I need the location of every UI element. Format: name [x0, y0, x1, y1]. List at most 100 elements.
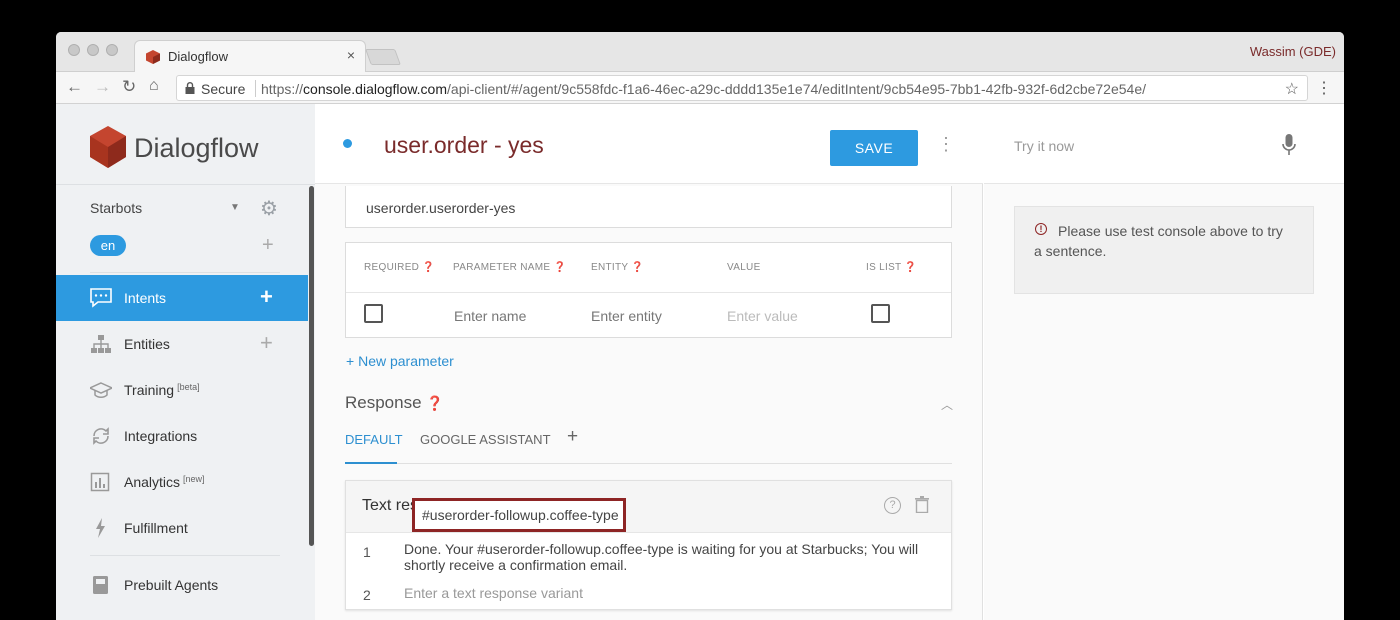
gear-icon[interactable]: ⚙: [260, 196, 278, 221]
sidebar-item-analytics[interactable]: Analytics [new]: [56, 459, 308, 505]
sidebar-item-training[interactable]: Training [beta]: [56, 367, 308, 413]
row-number: 2: [363, 587, 371, 603]
sidebar-item-integrations[interactable]: Integrations: [56, 413, 308, 459]
profile-name[interactable]: Wassim (GDE): [1250, 44, 1336, 59]
home-icon[interactable]: ⌂: [149, 77, 159, 95]
highlight-box: #userorder-followup.coffee-type: [412, 498, 626, 532]
reload-icon[interactable]: ↻: [122, 77, 136, 97]
intent-header: user.order - yes SAVE ⋮: [315, 104, 983, 184]
lightning-icon: [96, 518, 105, 538]
graduation-cap-icon: [90, 382, 112, 398]
brand-name: Dialogflow: [134, 133, 259, 163]
parameters-header: REQUIRED ❓ PARAMETER NAME ❓ ENTITY ❓ VAL…: [346, 243, 951, 293]
maximize-window-button[interactable]: [106, 44, 118, 56]
lock-icon: [185, 82, 195, 94]
tab-google-assistant[interactable]: GOOGLE ASSISTANT: [420, 432, 551, 447]
trash-icon[interactable]: [915, 496, 929, 513]
sidebar-item-intents[interactable]: Intents +: [56, 275, 308, 321]
sidebar-item-label: Analytics [new]: [124, 474, 205, 490]
add-platform-icon[interactable]: +: [567, 426, 578, 448]
entity-input[interactable]: Enter entity: [591, 308, 662, 324]
new-tag: [new]: [183, 474, 205, 484]
parameters-table: REQUIRED ❓ PARAMETER NAME ❓ ENTITY ❓ VAL…: [345, 242, 952, 338]
bookmark-star-icon[interactable]: ☆: [1285, 79, 1299, 99]
value-input[interactable]: Enter value: [727, 308, 798, 324]
try-it-input[interactable]: Try it now: [1014, 138, 1074, 154]
language-badge[interactable]: en: [90, 235, 126, 256]
tab-default[interactable]: DEFAULT: [345, 432, 403, 447]
context-input[interactable]: userorder.userorder-yes: [345, 186, 952, 228]
sidebar-item-fulfillment[interactable]: Fulfillment: [56, 505, 308, 551]
is-list-column-header: IS LIST ❓: [866, 262, 918, 273]
chat-bubble-icon: [90, 288, 112, 308]
browser-tab[interactable]: Dialogflow ×: [134, 40, 366, 73]
sidebar-item-label: Intents: [124, 290, 167, 306]
entity-column-header: ENTITY ❓: [591, 262, 645, 273]
sidebar-divider: [56, 184, 315, 185]
tab-divider: [345, 463, 952, 464]
sync-icon: [93, 427, 109, 445]
required-checkbox[interactable]: [364, 304, 383, 323]
collapse-chevron-icon[interactable]: ︿: [941, 396, 953, 413]
caret-down-icon[interactable]: ▼: [230, 202, 240, 213]
sidebar: Dialogflow Starbots ▼ ⚙ en + Intents + E…: [56, 104, 315, 620]
save-button[interactable]: SAVE: [830, 130, 918, 166]
plus-icon: +: [346, 353, 355, 369]
window-controls: [68, 44, 118, 56]
sidebar-scrollbar[interactable]: [309, 186, 314, 546]
back-arrow-icon[interactable]: ←: [66, 77, 83, 97]
add-language-icon[interactable]: +: [262, 234, 274, 257]
row-number: 1: [363, 544, 371, 560]
tab-strip: Dialogflow × Wassim (GDE): [56, 32, 1344, 73]
url-text: https://console.dialogflow.com/api-clien…: [261, 81, 1146, 97]
console-notice: ! Please use test console above to try a…: [1014, 206, 1314, 294]
text-response-1[interactable]: Done. Your #userorder-followup.coffee-ty…: [404, 541, 924, 573]
priority-dot[interactable]: [343, 139, 352, 148]
url-domain: console.dialogflow.com: [303, 81, 448, 97]
intent-editor: user.order - yes SAVE ⋮ userorder.useror…: [315, 104, 983, 620]
test-console: Try it now ! Please use test console abo…: [984, 104, 1344, 620]
dialogflow-logo-icon: [90, 126, 126, 168]
browser-menu-icon[interactable]: ⋮: [1316, 78, 1332, 98]
required-column-header: REQUIRED ❓: [364, 262, 436, 273]
minimize-window-button[interactable]: [87, 44, 99, 56]
sidebar-item-prebuilt-agents[interactable]: Prebuilt Agents: [56, 562, 308, 608]
beta-tag: [beta]: [177, 382, 200, 392]
sidebar-item-entities[interactable]: Entities +: [56, 321, 308, 367]
tab-close-icon[interactable]: ×: [347, 47, 355, 63]
help-icon: ❓: [904, 262, 918, 273]
try-it-bar: Try it now: [984, 104, 1344, 184]
forward-arrow-icon[interactable]: →: [94, 77, 111, 97]
more-options-icon[interactable]: ⋮: [937, 134, 955, 155]
parameter-name-input[interactable]: Enter name: [454, 308, 526, 324]
add-intent-icon[interactable]: +: [260, 284, 273, 310]
active-tab-indicator: [345, 462, 397, 464]
sidebar-item-label: Prebuilt Agents: [124, 577, 219, 593]
new-tab-button[interactable]: [365, 49, 401, 65]
dialogflow-favicon-icon: [146, 50, 160, 64]
new-parameter-link[interactable]: + New parameter: [346, 353, 454, 369]
dialogflow-app: Dialogflow Starbots ▼ ⚙ en + Intents + E…: [56, 104, 1344, 620]
close-window-button[interactable]: [68, 44, 80, 56]
browser-window: Dialogflow × Wassim (GDE) ← → ↻ ⌂ Secure…: [56, 32, 1344, 620]
is-list-checkbox[interactable]: [871, 304, 890, 323]
help-icon: ❓: [426, 395, 444, 411]
agent-selector[interactable]: Starbots: [90, 200, 142, 216]
book-icon: [93, 576, 108, 594]
address-separator: [255, 80, 256, 97]
microphone-icon[interactable]: [1282, 134, 1296, 156]
sidebar-item-label: Fulfillment: [124, 520, 188, 536]
add-entity-icon[interactable]: +: [260, 330, 273, 356]
secure-label: Secure: [201, 81, 246, 97]
help-icon: ❓: [631, 262, 645, 273]
sidebar-divider: [90, 555, 280, 556]
address-bar[interactable]: Secure https://console.dialogflow.com/ap…: [176, 75, 1308, 101]
sidebar-item-label: Training [beta]: [124, 382, 200, 398]
hierarchy-icon: [91, 335, 111, 353]
help-icon[interactable]: ?: [884, 497, 901, 514]
help-icon: ❓: [553, 262, 567, 273]
tab-title: Dialogflow: [168, 49, 228, 64]
text-response-input[interactable]: Enter a text response variant: [404, 585, 583, 601]
intent-title[interactable]: user.order - yes: [384, 132, 544, 159]
help-icon: ❓: [422, 262, 436, 273]
